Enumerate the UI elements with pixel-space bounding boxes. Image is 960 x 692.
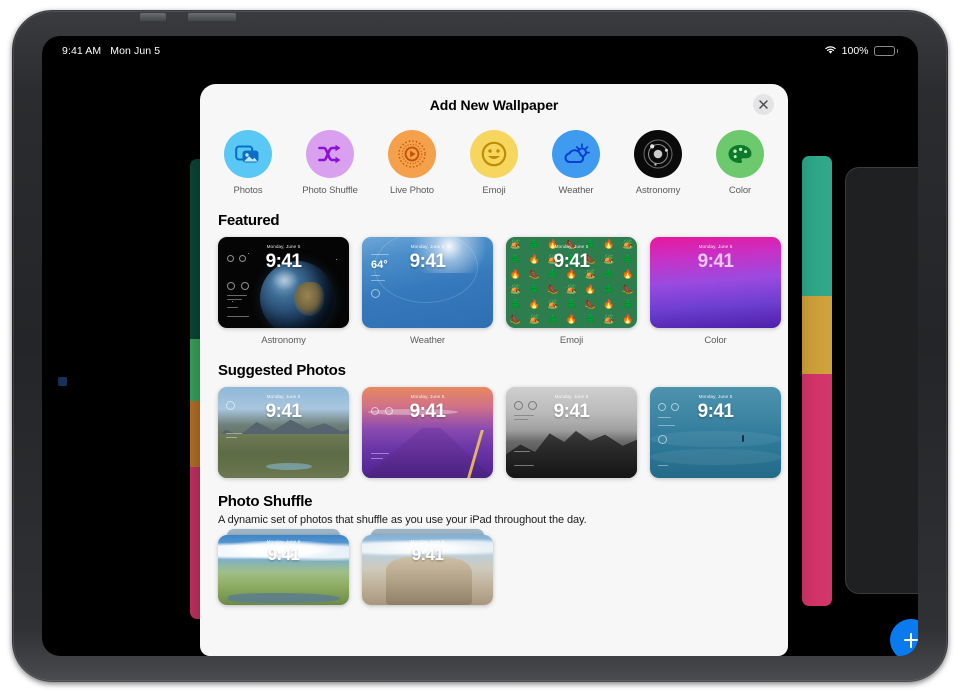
thumbnail-label: Astronomy [261, 335, 306, 346]
emoji-smiley-icon [470, 130, 518, 178]
thumbnail-time: 9:41 [553, 251, 590, 272]
section-suggested-photos: Suggested Photos Monday, June 5 9:41 Mon… [200, 362, 788, 478]
status-date: Mon Jun 5 [110, 45, 161, 57]
thumbnail-date: Monday, June 5 [698, 394, 733, 399]
section-photo-shuffle: Photo Shuffle A dynamic set of photos th… [200, 493, 788, 605]
category-label: Photos [233, 185, 263, 196]
photo-shuffle-item-hoodoo[interactable]: Monday, June 5 9:41 [362, 529, 493, 605]
add-wallpaper-button[interactable] [890, 619, 918, 656]
wallpaper-thumbnail[interactable]: Monday, June 5 9:41 [362, 535, 493, 605]
thumbnail-time: 9:41 [265, 401, 302, 422]
power-button [188, 13, 236, 21]
category-live-photo[interactable]: Live Photo [380, 130, 444, 196]
section-featured: Featured Monday, June 5 9:41 Astronomy 6… [200, 212, 788, 346]
photos-icon [224, 130, 272, 178]
status-bar-right: 100% [824, 45, 898, 58]
thumbnail-label: Weather [409, 335, 446, 346]
category-label: Weather [558, 185, 594, 196]
thumbnail-date: Monday, June 5 [554, 244, 589, 249]
category-color[interactable]: Color [708, 130, 772, 196]
section-title: Photo Shuffle [218, 493, 313, 510]
close-button[interactable] [753, 94, 774, 115]
add-wallpaper-sheet: Add New Wallpaper Photos Photo Shuffle L… [200, 84, 788, 656]
sheet-header: Add New Wallpaper [200, 84, 788, 126]
live-photo-icon [388, 130, 436, 178]
photo-shuffle-item-river[interactable]: Monday, June 5 9:41 [218, 529, 349, 605]
color-palette-icon [716, 130, 764, 178]
battery-full-icon [873, 46, 898, 56]
ipad-screen: 9:41 AM Mon Jun 5 100% Add New Wallpaper… [42, 36, 918, 656]
thumbnail-date: Monday, June 5 [698, 244, 733, 249]
category-label: Photo Shuffle [302, 185, 358, 196]
background-dark-card [845, 167, 918, 594]
thumbnail-date: Monday, June 5 [266, 394, 301, 399]
category-photos[interactable]: Photos [216, 130, 280, 196]
section-description: A dynamic set of photos that shuffle as … [218, 514, 587, 526]
wallpaper-thumbnail[interactable]: Monday, June 5 9:41 [218, 387, 349, 478]
photo-shuffle-row: Monday, June 5 9:41 Monday, June 5 9:41 [218, 529, 788, 605]
thumbnail-label: Emoji [559, 335, 584, 346]
featured-item-weather[interactable]: 64° Monday, June 5 9:41 Weather [362, 237, 493, 346]
wallpaper-category-row: Photos Photo Shuffle Live Photo Emoji We… [200, 126, 788, 206]
thumbnail-time: 9:41 [265, 251, 302, 272]
featured-item-color[interactable]: Monday, June 5 9:41 Color [650, 237, 781, 346]
thumbnail-label: Color [704, 335, 727, 346]
wallpaper-thumbnail[interactable]: 64° Monday, June 5 9:41 [362, 237, 493, 328]
wallpaper-thumbnail[interactable]: Monday, June 5 9:41 [650, 387, 781, 478]
wallpaper-thumbnail[interactable]: 🏕️ 🌲 🔥 🥾 🌲 🔥 🏕️ 🌲 🔥 🏕️ 🌲 🥾 🏕️ 🌲 🔥 🥾 🌲 🔥 🏕️ 🌲 🔥 🏕️ 🌲 🥾 🏕️ 🔥 🌲 🥾 🌲… [506, 237, 637, 328]
category-astronomy[interactable]: Astronomy [626, 130, 690, 196]
thumbnail-date: Monday, June 5 [266, 244, 301, 249]
section-title: Featured [218, 212, 280, 229]
wallpaper-thumbnail[interactable]: Monday, June 5 9:41 [218, 237, 349, 328]
thumbnail-time: 9:41 [409, 251, 446, 272]
thumbnail-date: Monday, June 5 [410, 394, 445, 399]
thumbnail-date: Monday, June 5 [266, 539, 301, 544]
category-emoji[interactable]: Emoji [462, 130, 526, 196]
status-time: 9:41 AM [62, 45, 102, 57]
thumbnail-time: 9:41 [409, 401, 446, 422]
thumbnail-date: Monday, June 5 [410, 539, 445, 544]
thumbnail-time: 9:41 [267, 545, 300, 564]
status-bar-left: 9:41 AM Mon Jun 5 [62, 45, 160, 57]
astronomy-orbit-icon [634, 130, 682, 178]
category-label: Live Photo [390, 185, 434, 196]
suggested-item-rock[interactable]: Monday, June 5 9:41 [506, 387, 637, 478]
category-weather[interactable]: Weather [544, 130, 608, 196]
page-title: Add New Wallpaper [429, 97, 559, 113]
thumbnail-date: Monday, June 5 [410, 244, 445, 249]
wallpaper-thumbnail[interactable]: Monday, June 5 9:41 [362, 387, 493, 478]
thumbnail-date: Monday, June 5 [554, 394, 589, 399]
category-photo-shuffle[interactable]: Photo Shuffle [298, 130, 362, 196]
wifi-icon [824, 45, 837, 58]
battery-percent-label: 100% [841, 45, 869, 57]
category-label: Emoji [482, 185, 506, 196]
background-left-glyph [58, 377, 67, 386]
thumbnail-time: 9:41 [411, 545, 444, 564]
wallpaper-thumbnail[interactable]: Monday, June 5 9:41 [650, 237, 781, 328]
featured-thumbnail-row: Monday, June 5 9:41 Astronomy 64° Monday… [218, 237, 788, 346]
close-icon [759, 100, 768, 109]
thumbnail-time: 9:41 [697, 401, 734, 422]
volume-button [140, 13, 166, 21]
suggested-item-ocean[interactable]: Monday, June 5 9:41 [650, 387, 781, 478]
category-label: Color [728, 185, 752, 196]
suggested-item-road[interactable]: Monday, June 5 9:41 [362, 387, 493, 478]
section-title: Suggested Photos [218, 362, 346, 379]
shuffle-icon [306, 130, 354, 178]
featured-item-emoji[interactable]: 🏕️ 🌲 🔥 🥾 🌲 🔥 🏕️ 🌲 🔥 🏕️ 🌲 🥾 🏕️ 🌲 🔥 🥾 🌲 🔥 🏕️ 🌲 🔥 🏕️ 🌲 🥾 🏕️ 🔥 🌲 🥾 🌲… [506, 237, 637, 346]
weather-sun-cloud-icon [552, 130, 600, 178]
thumbnail-time: 9:41 [697, 251, 734, 272]
thumbnail-time: 9:41 [553, 401, 590, 422]
ipad-device-frame: 9:41 AM Mon Jun 5 100% Add New Wallpaper… [12, 10, 948, 682]
wallpaper-thumbnail[interactable]: Monday, June 5 9:41 [506, 387, 637, 478]
wallpaper-thumbnail[interactable]: Monday, June 5 9:41 [218, 535, 349, 605]
category-label: Astronomy [635, 185, 681, 196]
sheet-body[interactable]: Photos Photo Shuffle Live Photo Emoji We… [200, 126, 788, 656]
suggested-item-mountain[interactable]: Monday, June 5 9:41 [218, 387, 349, 478]
status-bar: 9:41 AM Mon Jun 5 100% [42, 36, 918, 66]
suggested-thumbnail-row: Monday, June 5 9:41 Monday, June 5 9:41 … [218, 387, 788, 478]
featured-item-astronomy[interactable]: Monday, June 5 9:41 Astronomy [218, 237, 349, 346]
background-wallpaper-strip-right [802, 156, 832, 606]
